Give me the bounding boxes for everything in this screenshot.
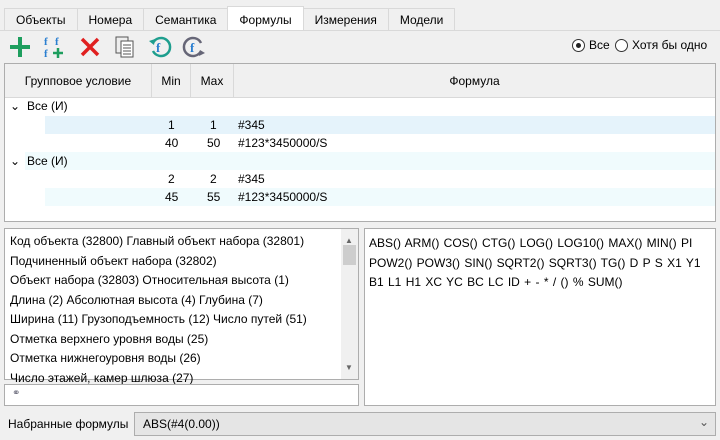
tab-semantics[interactable]: Семантика	[143, 8, 229, 30]
svg-text:f: f	[156, 40, 161, 55]
svg-text:f: f	[190, 40, 195, 55]
radio-all-label: Все	[589, 38, 610, 52]
scroll-down-icon[interactable]: ▼	[345, 358, 353, 378]
list-item[interactable]: Код объекта (32800) Главный объект набор…	[10, 232, 358, 252]
max-cell: 55	[207, 190, 221, 204]
add-icon[interactable]	[8, 35, 32, 59]
radio-any[interactable]: Хотя бы одно	[615, 38, 707, 52]
min-cell: 45	[165, 190, 179, 204]
col-formula[interactable]: Формула	[234, 64, 715, 97]
formula-cell: #123*3450000/S	[238, 136, 328, 150]
max-cell: 2	[210, 172, 217, 186]
search-input[interactable]: ⚭	[4, 384, 359, 406]
svg-text:f: f	[55, 36, 59, 48]
col-max[interactable]: Max	[191, 64, 234, 97]
add-formula-icon[interactable]: f ff	[42, 35, 66, 59]
svg-text:f: f	[44, 48, 48, 59]
typed-formulas-value: ABS(#4(0.00))	[143, 417, 220, 431]
min-cell: 2	[168, 172, 175, 186]
list-item[interactable]: Объект набора (32803) Относительная высо…	[10, 271, 358, 291]
typed-formulas-label: Набранные формулы	[8, 417, 129, 431]
col-group-condition[interactable]: Групповое условие	[5, 64, 152, 97]
col-min[interactable]: Min	[152, 64, 191, 97]
group-label: Все (И)	[27, 154, 68, 168]
tab-objects[interactable]: Объекты	[4, 8, 78, 30]
max-cell: 1	[210, 118, 217, 132]
table-row[interactable]: 40 50 #123*3450000/S	[5, 134, 715, 152]
list-item[interactable]: Отметка верхнего уровня воды (25)	[10, 330, 358, 350]
formula-cell: #123*3450000/S	[238, 190, 328, 204]
min-cell: 40	[165, 136, 179, 150]
svg-text:f: f	[44, 36, 48, 48]
table-row[interactable]: 2 2 #345	[5, 170, 715, 188]
formula-cell: #345	[238, 172, 265, 186]
refresh-formula-icon[interactable]: f	[148, 35, 172, 59]
radio-any-indicator[interactable]	[615, 38, 628, 52]
tab-measurements[interactable]: Измерения	[302, 8, 389, 30]
group-row[interactable]: ⌄ Все (И)	[5, 97, 715, 115]
chevron-down-icon[interactable]: ⌄	[699, 415, 709, 429]
group-label: Все (И)	[27, 99, 68, 113]
min-cell: 1	[168, 118, 175, 132]
radio-all-indicator[interactable]	[572, 38, 585, 52]
radio-all[interactable]: Все	[572, 38, 610, 52]
formula-cell: #345	[238, 118, 265, 132]
chevron-down-icon[interactable]: ⌄	[10, 97, 20, 115]
tab-models[interactable]: Модели	[387, 8, 456, 30]
table-row[interactable]: 1 1 #345	[5, 116, 715, 134]
functions-panel[interactable]: ABS() ARM() COS() CTG() LOG() LOG10() MA…	[364, 228, 716, 406]
list-item[interactable]: Ширина (11) Грузоподъемность (12) Число …	[10, 310, 358, 330]
update-formula-icon[interactable]: f	[182, 35, 206, 59]
list-item[interactable]: Длина (2) Абсолютная высота (4) Глубина …	[10, 291, 358, 311]
copy-icon[interactable]	[113, 35, 137, 59]
semantics-list[interactable]: Код объекта (32800) Главный объект набор…	[4, 228, 359, 385]
list-item[interactable]: Подчиненный объект набора (32802)	[10, 252, 358, 272]
scrollbar[interactable]: ▲ ▼	[341, 229, 358, 379]
tab-formulas[interactable]: Формулы	[227, 6, 304, 30]
tab-bar: Объекты Номера Семантика Формулы Измерен…	[4, 6, 456, 30]
table-row[interactable]: 45 55 #123*3450000/S	[5, 188, 715, 206]
binoculars-icon: ⚭	[12, 388, 21, 399]
divider	[0, 30, 720, 31]
formula-grid: Групповое условие Min Max Формула ⌄ Все (…	[4, 63, 716, 222]
chevron-down-icon[interactable]: ⌄	[10, 152, 20, 170]
scroll-thumb[interactable]	[343, 245, 356, 265]
list-item[interactable]: Отметка нижнегоуровня воды (26)	[10, 349, 358, 369]
max-cell: 50	[207, 136, 221, 150]
typed-formulas-combo[interactable]: ABS(#4(0.00)) ⌄	[134, 412, 716, 436]
tab-numbers[interactable]: Номера	[76, 8, 145, 30]
delete-icon[interactable]	[78, 35, 102, 59]
group-row[interactable]: ⌄ Все (И)	[5, 152, 715, 170]
radio-any-label: Хотя бы одно	[632, 38, 708, 52]
grid-header: Групповое условие Min Max Формула	[5, 64, 715, 98]
